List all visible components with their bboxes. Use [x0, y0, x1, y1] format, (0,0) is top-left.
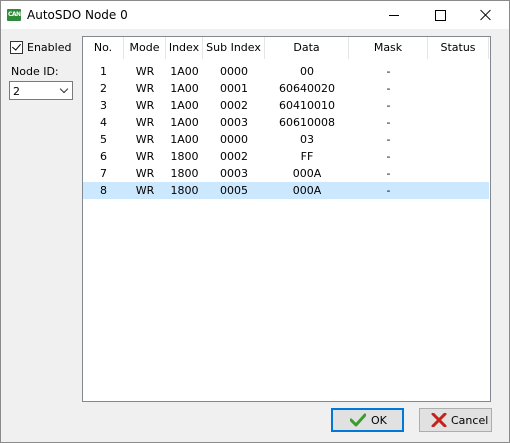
- cell-mask: -: [386, 184, 391, 197]
- cell-status: [428, 97, 489, 114]
- cell-data: 60410010: [279, 99, 335, 112]
- node-id-select[interactable]: 2: [9, 81, 73, 100]
- cell-mode: WR: [135, 65, 155, 78]
- close-button[interactable]: [463, 1, 509, 29]
- table-row[interactable]: 5 WR 1A00 0000 03 -: [83, 131, 489, 148]
- cell-mode: WR: [135, 99, 155, 112]
- cell-index: 1800: [170, 184, 199, 197]
- node-id-value: 2: [13, 85, 20, 98]
- ok-label: OK: [371, 414, 387, 427]
- column-header-index[interactable]: Index: [166, 37, 203, 59]
- table-row[interactable]: 3 WR 1A00 0002 60410010 -: [83, 97, 489, 114]
- cell-index: 1800: [170, 150, 199, 163]
- cell-data: 60640020: [279, 82, 335, 95]
- cell-mode: WR: [135, 150, 155, 163]
- cell-sub-index: 0001: [220, 82, 248, 95]
- column-header-sub-index[interactable]: Sub Index: [203, 37, 265, 59]
- column-header-data[interactable]: Data: [265, 37, 349, 59]
- cell-index: 1A00: [170, 99, 199, 112]
- cell-data: FF: [300, 150, 314, 163]
- minimize-icon: [389, 14, 399, 16]
- cell-mask: -: [386, 65, 391, 78]
- cell-sub-index: 0002: [220, 99, 248, 112]
- column-header-no[interactable]: No.: [83, 37, 124, 59]
- node-id-label: Node ID:: [11, 65, 59, 78]
- cell-data: 00: [300, 65, 314, 78]
- cell-mode: WR: [135, 167, 155, 180]
- app-icon-text: CAN: [8, 11, 21, 18]
- table-row[interactable]: 6 WR 1800 0002 FF -: [83, 148, 489, 165]
- cell-sub-index: 0000: [220, 65, 248, 78]
- cell-status: [428, 148, 489, 165]
- cell-data: 60610008: [279, 116, 335, 129]
- cell-data: 000A: [292, 167, 322, 180]
- table-row[interactable]: 1 WR 1A00 0000 00 -: [83, 63, 489, 80]
- cell-index: 1A00: [170, 116, 199, 129]
- can-app-icon: CAN: [7, 9, 21, 21]
- cell-no: 8: [100, 184, 107, 197]
- cell-data: 03: [300, 133, 314, 146]
- cell-mask: -: [386, 133, 391, 146]
- cell-index: 1A00: [170, 82, 199, 95]
- table-row[interactable]: 7 WR 1800 0003 000A -: [83, 165, 489, 182]
- cell-index: 1800: [170, 167, 199, 180]
- maximize-button[interactable]: [417, 1, 463, 29]
- cell-mask: -: [386, 150, 391, 163]
- ok-button[interactable]: OK: [331, 408, 404, 432]
- cell-no: 5: [100, 133, 107, 146]
- enabled-label[interactable]: Enabled: [27, 41, 71, 54]
- cell-mask: -: [386, 82, 391, 95]
- chevron-down-icon: [59, 84, 69, 94]
- cell-mode: WR: [135, 184, 155, 197]
- enabled-checkbox-box[interactable]: [10, 41, 23, 54]
- cell-mask: -: [386, 99, 391, 112]
- column-header-status[interactable]: Status: [428, 37, 489, 59]
- checkmark-icon: [350, 413, 366, 427]
- cell-status: [428, 182, 489, 199]
- checkmark-icon: [12, 41, 21, 51]
- cell-data: 000A: [292, 184, 322, 197]
- cell-status: [428, 80, 489, 97]
- cell-index: 1A00: [170, 133, 199, 146]
- cell-mask: -: [386, 167, 391, 180]
- cell-status: [428, 131, 489, 148]
- cell-status: [428, 165, 489, 182]
- list-header: No. Mode Index Sub Index Data Mask Statu…: [83, 37, 490, 59]
- cancel-label: Cancel: [451, 414, 489, 427]
- column-header-mode[interactable]: Mode: [124, 37, 166, 59]
- cell-sub-index: 0005: [220, 184, 248, 197]
- cell-mask: -: [386, 116, 391, 129]
- close-icon: [480, 9, 492, 21]
- cell-no: 2: [100, 82, 107, 95]
- cell-sub-index: 0003: [220, 116, 248, 129]
- cell-index: 1A00: [170, 65, 199, 78]
- cell-mode: WR: [135, 133, 155, 146]
- cell-sub-index: 0002: [220, 150, 248, 163]
- cell-mode: WR: [135, 116, 155, 129]
- column-header-mask[interactable]: Mask: [349, 37, 428, 59]
- minimize-button[interactable]: [371, 1, 417, 29]
- table-row-selected[interactable]: 8 WR 1800 0005 000A -: [83, 182, 489, 199]
- cell-no: 4: [100, 116, 107, 129]
- table-row[interactable]: 4 WR 1A00 0003 60610008 -: [83, 114, 489, 131]
- title-bar: CAN AutoSDO Node 0: [1, 1, 509, 29]
- cell-no: 1: [100, 65, 107, 78]
- cell-mode: WR: [135, 82, 155, 95]
- autosdo-dialog: CAN AutoSDO Node 0 Enabled Node ID: 2 No…: [0, 0, 510, 443]
- cell-no: 3: [100, 99, 107, 112]
- cancel-button[interactable]: Cancel: [419, 408, 492, 432]
- cell-sub-index: 0003: [220, 167, 248, 180]
- cell-no: 7: [100, 167, 107, 180]
- cell-sub-index: 0000: [220, 133, 248, 146]
- x-icon: [431, 413, 447, 427]
- cell-no: 6: [100, 150, 107, 163]
- sdo-list[interactable]: No. Mode Index Sub Index Data Mask Statu…: [82, 36, 491, 402]
- cell-status: [428, 114, 489, 131]
- window-title: AutoSDO Node 0: [27, 8, 128, 22]
- maximize-icon: [434, 9, 446, 21]
- table-row[interactable]: 2 WR 1A00 0001 60640020 -: [83, 80, 489, 97]
- cell-status: [428, 63, 489, 80]
